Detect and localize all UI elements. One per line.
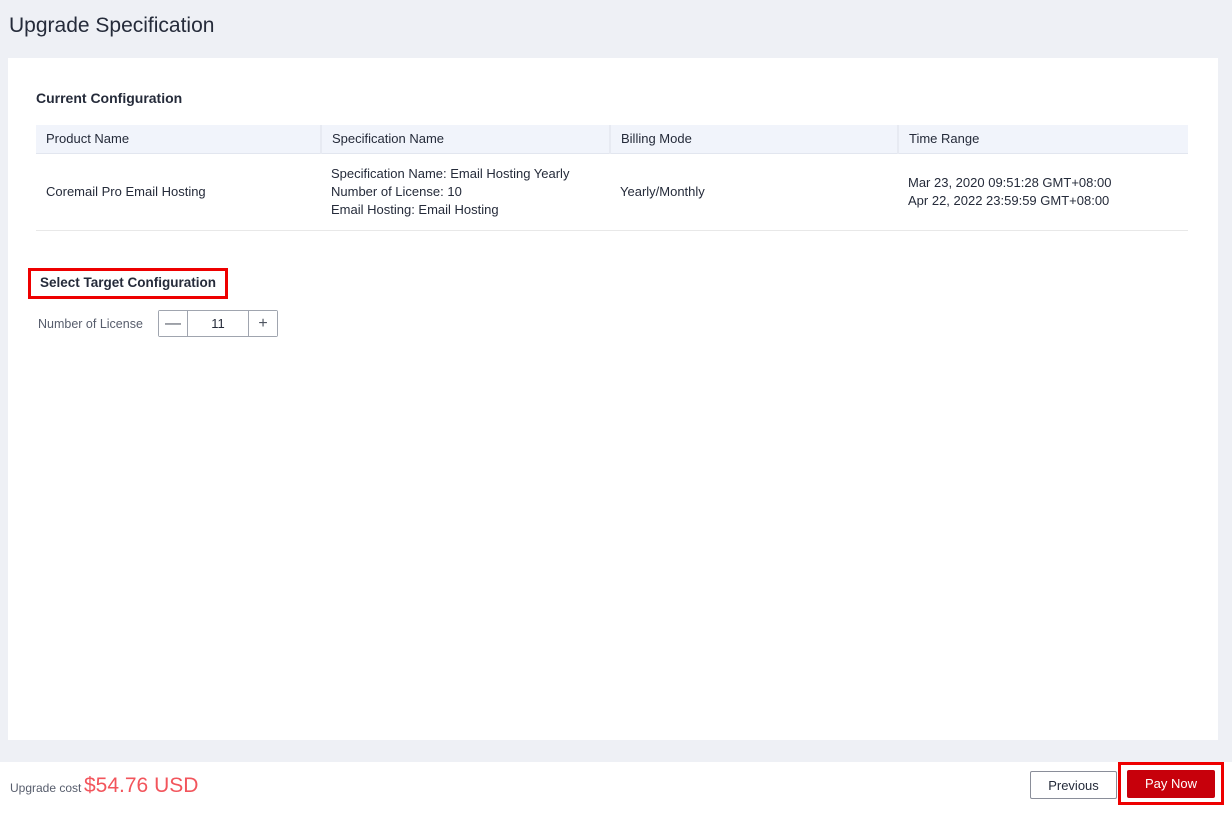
select-target-configuration-heading: Select Target Configuration: [40, 275, 217, 290]
specification-line: Number of License: 10: [331, 183, 462, 199]
upgrade-cost-label: Upgrade cost: [10, 781, 82, 795]
current-configuration-heading: Current Configuration: [36, 90, 183, 106]
license-quantity-input[interactable]: [188, 311, 248, 336]
upgrade-cost-value: $54.76 USD: [84, 774, 199, 797]
previous-button[interactable]: Previous: [1030, 771, 1117, 799]
column-header-product-name: Product Name: [36, 125, 321, 154]
annotation-box-pay-now: Pay Now: [1118, 762, 1224, 805]
specification-line: Specification Name: Email Hosting Yearly: [331, 165, 570, 181]
current-configuration-table: Product Name Specification Name Billing …: [36, 125, 1188, 231]
pay-now-button[interactable]: Pay Now: [1127, 769, 1215, 798]
plus-icon[interactable]: +: [248, 311, 277, 336]
time-range-end: Apr 22, 2022 23:59:59 GMT+08:00: [908, 192, 1110, 208]
product-name-cell: Coremail Pro Email Hosting: [36, 153, 321, 231]
license-quantity-stepper: — +: [158, 310, 278, 337]
specification-line: Email Hosting: Email Hosting: [331, 201, 499, 217]
time-range-start: Mar 23, 2020 09:51:28 GMT+08:00: [908, 174, 1112, 190]
column-header-billing-mode: Billing Mode: [609, 125, 898, 154]
table-header-row: Product Name Specification Name Billing …: [36, 125, 1188, 154]
minus-icon[interactable]: —: [159, 311, 188, 336]
column-header-specification-name: Specification Name: [320, 125, 610, 154]
column-header-time-range: Time Range: [897, 125, 1188, 154]
page-title: Upgrade Specification: [9, 14, 215, 37]
table-row: Coremail Pro Email Hosting Specification…: [36, 153, 1188, 231]
billing-mode-cell: Yearly/Monthly: [610, 153, 898, 231]
main-card: Current Configuration Product Name Speci…: [8, 58, 1218, 740]
number-of-license-label: Number of License: [38, 317, 143, 331]
time-range-cell: Mar 23, 2020 09:51:28 GMT+08:00 Apr 22, …: [898, 153, 1188, 231]
specification-name-cell: Specification Name: Email Hosting Yearly…: [321, 153, 610, 231]
annotation-box-select-target: Select Target Configuration: [28, 268, 229, 299]
